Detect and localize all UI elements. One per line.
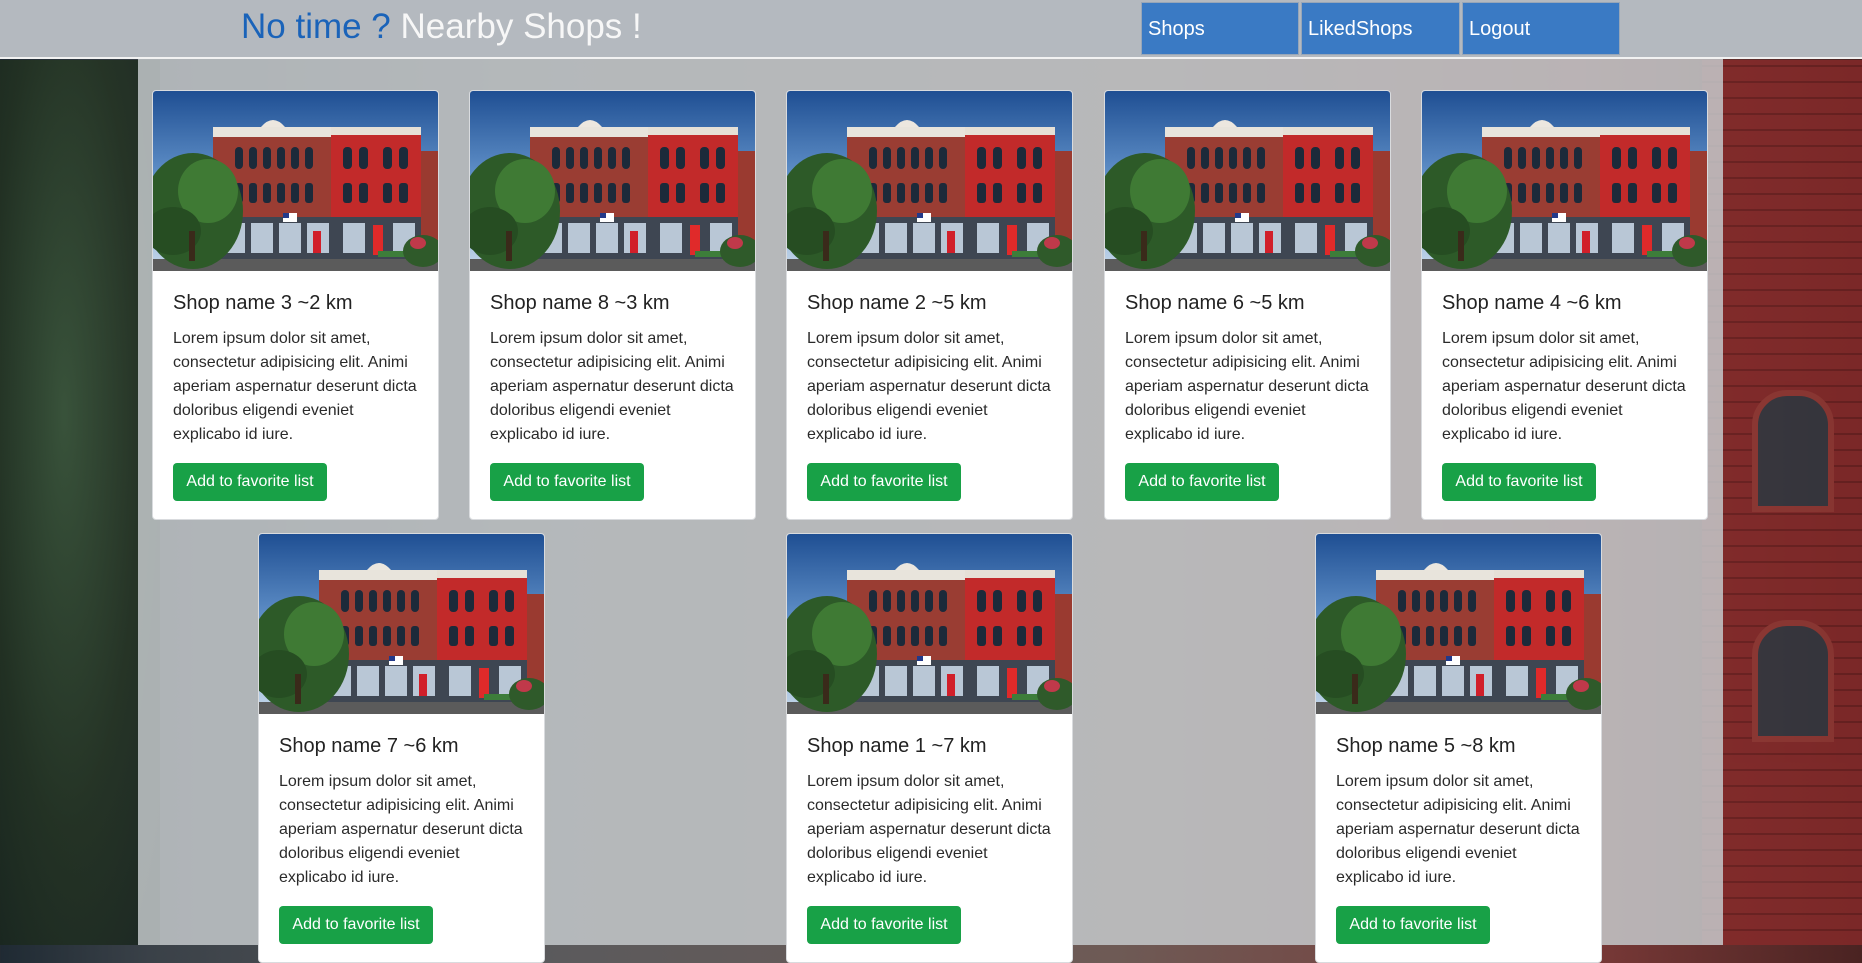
shop-title: Shop name 1 ~7 km <box>807 735 987 757</box>
shop-title: Shop name 3 ~2 km <box>173 292 353 314</box>
add-to-favorite-button[interactable]: Add to favorite list <box>807 906 961 944</box>
add-to-favorite-button[interactable]: Add to favorite list <box>1125 463 1279 501</box>
nav-logout[interactable]: Logout <box>1462 2 1620 55</box>
brand-title: No time ? Nearby Shops ! <box>241 5 642 49</box>
add-to-favorite-button[interactable]: Add to favorite list <box>1442 463 1596 501</box>
add-to-favorite-button[interactable]: Add to favorite list <box>279 906 433 944</box>
shop-description: Lorem ipsum dolor sit amet, consectetur … <box>807 330 1051 443</box>
shop-photo <box>1422 91 1708 271</box>
shop-card: Shop name 7 ~6 km Lorem ipsum dolor sit … <box>258 533 545 963</box>
background-arch-window <box>1752 620 1834 742</box>
shop-photo <box>1105 91 1391 271</box>
main-nav: Shops LikedShops Logout <box>1141 2 1622 55</box>
add-to-favorite-button[interactable]: Add to favorite list <box>490 463 644 501</box>
add-to-favorite-button[interactable]: Add to favorite list <box>807 463 961 501</box>
shop-photo <box>259 534 545 714</box>
shop-title: Shop name 8 ~3 km <box>490 292 670 314</box>
shop-photo <box>470 91 756 271</box>
shop-card: Shop name 4 ~6 km Lorem ipsum dolor sit … <box>1421 90 1708 520</box>
shop-photo <box>787 91 1073 271</box>
shop-description: Lorem ipsum dolor sit amet, consectetur … <box>1336 773 1580 886</box>
shop-description: Lorem ipsum dolor sit amet, consectetur … <box>490 330 734 443</box>
nav-liked-shops[interactable]: LikedShops <box>1301 2 1460 55</box>
shop-title: Shop name 7 ~6 km <box>279 735 459 757</box>
add-to-favorite-button[interactable]: Add to favorite list <box>173 463 327 501</box>
shop-description: Lorem ipsum dolor sit amet, consectetur … <box>807 773 1051 886</box>
shop-description: Lorem ipsum dolor sit amet, consectetur … <box>279 773 523 886</box>
background-arch-window <box>1752 390 1834 512</box>
shop-title: Shop name 4 ~6 km <box>1442 292 1622 314</box>
shop-photo <box>1316 534 1602 714</box>
shop-card: Shop name 6 ~5 km Lorem ipsum dolor sit … <box>1104 90 1391 520</box>
shop-title: Shop name 2 ~5 km <box>807 292 987 314</box>
shop-card: Shop name 3 ~2 km Lorem ipsum dolor sit … <box>152 90 439 520</box>
brand-suffix: Nearby Shops ! <box>400 7 642 46</box>
shop-title: Shop name 6 ~5 km <box>1125 292 1305 314</box>
shop-description: Lorem ipsum dolor sit amet, consectetur … <box>1125 330 1369 443</box>
shop-description: Lorem ipsum dolor sit amet, consectetur … <box>1442 330 1686 443</box>
add-to-favorite-button[interactable]: Add to favorite list <box>1336 906 1490 944</box>
shop-card: Shop name 1 ~7 km Lorem ipsum dolor sit … <box>786 533 1073 963</box>
top-navbar: No time ? Nearby Shops ! Shops LikedShop… <box>0 0 1862 59</box>
shop-photo <box>153 91 439 271</box>
shop-description: Lorem ipsum dolor sit amet, consectetur … <box>173 330 417 443</box>
shop-card: Shop name 5 ~8 km Lorem ipsum dolor sit … <box>1315 533 1602 963</box>
nav-shops[interactable]: Shops <box>1141 2 1299 55</box>
brand-prefix: No time ? <box>241 7 391 46</box>
shop-title: Shop name 5 ~8 km <box>1336 735 1516 757</box>
shop-photo <box>787 534 1073 714</box>
background-tree <box>0 60 160 945</box>
shop-card: Shop name 8 ~3 km Lorem ipsum dolor sit … <box>469 90 756 520</box>
shop-card: Shop name 2 ~5 km Lorem ipsum dolor sit … <box>786 90 1073 520</box>
background-brick-wall <box>1702 60 1862 945</box>
